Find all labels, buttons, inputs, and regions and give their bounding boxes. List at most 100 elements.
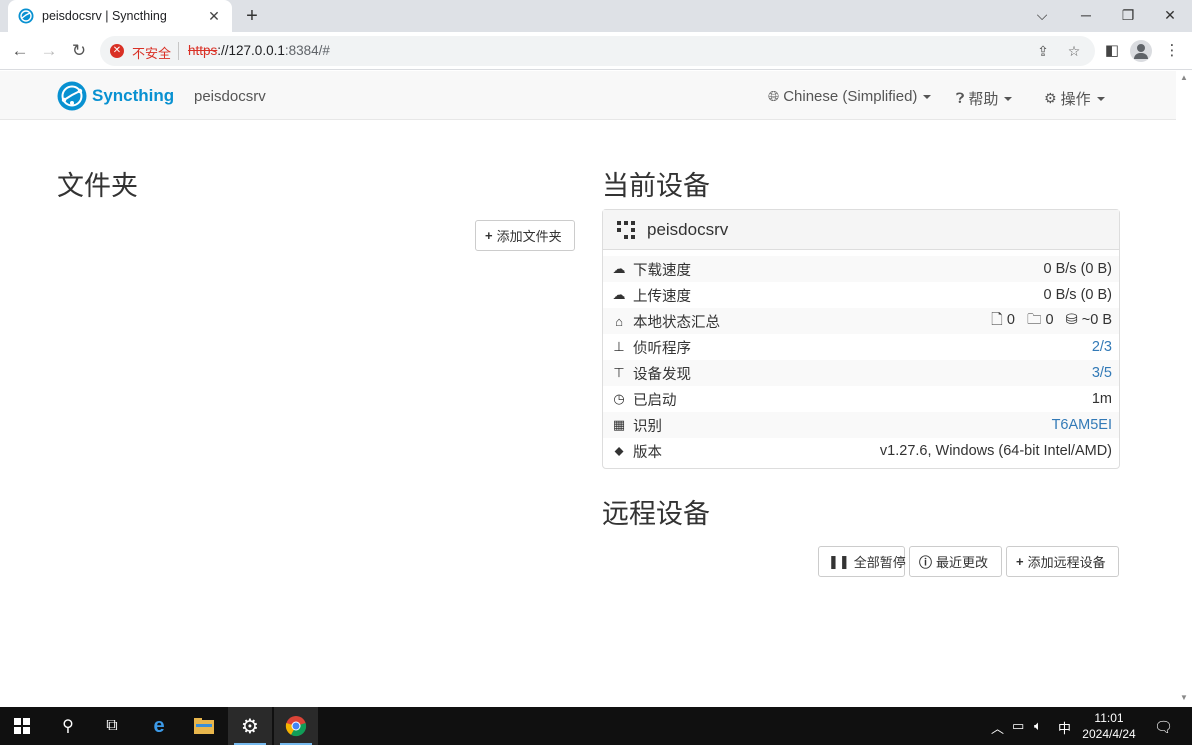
forward-button[interactable]: → (38, 40, 60, 62)
device-id-link[interactable]: T6AM5EI (1052, 417, 1112, 433)
listeners-link[interactable]: 2/3 (1092, 339, 1112, 355)
row-value: 0 B/s (0 B) (1043, 261, 1113, 277)
recent-changes-label: 最近更改 (936, 555, 989, 570)
chrome-icon[interactable] (274, 707, 318, 745)
ime-indicator[interactable]: 中 (1058, 718, 1071, 737)
tab-search-icon[interactable]: ⌵ (1020, 0, 1064, 30)
share-icon[interactable]: ⇪ (1034, 42, 1052, 60)
row-value: 1m (1091, 391, 1112, 407)
this-device-title: 当前设备 (602, 171, 710, 201)
not-secure-icon[interactable]: ✕ (110, 44, 124, 58)
security-label[interactable]: 不安全 (132, 43, 171, 62)
files-count: 0 (1006, 311, 1015, 328)
syncthing-brand[interactable]: Syncthing (57, 81, 174, 111)
gear-icon: ⚙ (1044, 90, 1057, 106)
network-icon[interactable]: ▭ (1012, 718, 1024, 734)
hdd-icon: ⛁︎ (1065, 311, 1078, 328)
actions-dropdown[interactable]: ⚙ 操作 (1044, 88, 1105, 109)
home-icon: ⌂ (615, 313, 623, 329)
row-label: 版本 (633, 444, 662, 461)
url-scheme: https (188, 43, 218, 58)
add-remote-device-button[interactable]: + 添加远程设备 (1006, 546, 1119, 577)
taskbar-clock[interactable]: 11:01 2024/4/24 (1078, 710, 1140, 742)
notification-icon[interactable]: 🗨︎ (1154, 718, 1173, 736)
page-viewport: Syncthing peisdocsrv 🌐︎ Chinese (Simplif… (0, 71, 1176, 707)
navbar-device-name: peisdocsrv (194, 88, 266, 105)
tray-expand-icon[interactable]: ︿ (991, 718, 1004, 737)
add-folder-button[interactable]: + 添加文件夹 (475, 220, 575, 251)
back-button[interactable]: ← (9, 40, 31, 62)
recent-changes-button[interactable]: ⓘ 最近更改 (909, 546, 1002, 577)
remote-devices-title: 远程设备 (602, 499, 710, 529)
pause-all-button[interactable]: ❚❚ 全部暂停 (818, 546, 906, 577)
row-label: 下载速度 (633, 262, 691, 279)
url-text[interactable]: https://127.0.0.1:8384/# (188, 43, 330, 58)
row-label: 侦听程序 (633, 340, 691, 357)
row-version: ⬥ 版本 v1.27.6, Windows (64-bit Intel/AMD) (603, 438, 1119, 464)
row-value: 0 B/s (0 B) (1043, 287, 1113, 303)
tab-strip: peisdocsrv | Syncthing ✕ + ⌵ ─ ❐ ✕ (0, 0, 1192, 32)
brand-name: Syncthing (92, 86, 175, 105)
info-circle-icon: ⓘ (919, 555, 933, 570)
syncthing-logo-icon (57, 81, 87, 111)
row-label: 上传速度 (633, 288, 691, 305)
new-tab-button[interactable]: + (242, 5, 262, 27)
top-navbar: Syncthing peisdocsrv 🌐︎ Chinese (Simplif… (0, 71, 1176, 120)
row-label: 已启动 (633, 392, 677, 409)
address-bar[interactable]: ✕ 不安全 https://127.0.0.1:8384/# ⇪ ☆ (100, 36, 1095, 66)
reload-button[interactable]: ↻ (68, 40, 90, 62)
local-state-summary: 🗋︎ 0 🗀︎ 0 ⛁︎ ~0 B (991, 309, 1112, 334)
minimize-button[interactable]: ─ (1064, 0, 1108, 30)
url-host: ://127.0.0.1 (217, 43, 285, 58)
caret-down-icon (1004, 96, 1013, 101)
url-port-path: :8384/# (284, 43, 330, 58)
side-panel-icon[interactable]: ◧ (1102, 41, 1122, 61)
row-value: v1.27.6, Windows (64-bit Intel/AMD) (879, 443, 1112, 459)
tab-title: peisdocsrv | Syncthing (42, 9, 167, 23)
caret-down-icon (1096, 96, 1105, 101)
row-label: 本地状态汇总 (633, 314, 720, 331)
scroll-down-icon[interactable]: ▼ (1180, 693, 1188, 702)
syncthing-tray-app-icon[interactable]: ⚙ (228, 707, 272, 745)
discovery-link[interactable]: 3/5 (1092, 365, 1112, 381)
file-icon: 🗋︎ (991, 311, 1003, 328)
close-window-button[interactable]: ✕ (1148, 0, 1192, 30)
folders-title: 文件夹 (57, 171, 138, 201)
search-icon[interactable]: ⚲ (46, 707, 90, 745)
browser-toolbar: ← → ↻ ✕ 不安全 https://127.0.0.1:8384/# ⇪ ☆… (0, 32, 1192, 70)
cloud-download-icon: ☁ (612, 261, 626, 276)
task-view-icon[interactable]: ⧉ (90, 707, 134, 745)
caret-down-icon (923, 94, 932, 99)
actions-label: 操作 (1060, 91, 1091, 108)
this-device-name: peisdocsrv (647, 219, 729, 239)
bookmark-star-icon[interactable]: ☆ (1065, 42, 1083, 60)
browser-tab[interactable]: peisdocsrv | Syncthing ✕ (8, 0, 232, 32)
row-identification: ▦ 识别 T6AM5EI (603, 412, 1119, 438)
pause-all-label: 全部暂停 (853, 555, 906, 570)
volume-muted-icon[interactable]: 🔈︎ (1034, 718, 1042, 734)
dirs-count: 0 (1045, 311, 1054, 328)
clock-time: 11:01 (1094, 711, 1124, 725)
start-button[interactable] (0, 707, 44, 745)
scroll-up-icon[interactable]: ▲ (1180, 73, 1188, 82)
this-device-panel: peisdocsrv ☁ 下载速度 0 B/s (0 B) ☁ 上传速度 0 B… (602, 209, 1120, 469)
language-dropdown[interactable]: 🌐︎ Chinese (Simplified) (768, 88, 932, 105)
pause-icon: ❚❚ (828, 553, 850, 569)
this-device-header[interactable]: peisdocsrv (603, 210, 1119, 250)
internet-explorer-icon[interactable]: e (137, 707, 181, 745)
row-label: 识别 (633, 418, 662, 435)
page-scrollbar[interactable]: ▲ ▼ (1176, 71, 1192, 707)
syncthing-favicon-icon (18, 8, 34, 24)
add-folder-label: 添加文件夹 (496, 229, 562, 244)
help-dropdown[interactable]: ❓︎ 帮助 (956, 88, 1013, 109)
file-explorer-icon[interactable] (182, 707, 226, 745)
profile-avatar-icon[interactable] (1130, 40, 1152, 62)
windows-logo-icon (14, 718, 30, 734)
browser-menu-icon[interactable]: ⋮ (1162, 41, 1182, 61)
sitemap-icon: ⊥ (613, 339, 625, 354)
restore-button[interactable]: ❐ (1106, 0, 1150, 30)
clock-date: 2024/4/24 (1082, 727, 1136, 741)
row-local-state: ⌂ 本地状态汇总 🗋︎ 0 🗀︎ 0 ⛁︎ ~0 B (603, 308, 1119, 334)
tab-close-icon[interactable]: ✕ (206, 8, 222, 25)
omnibox-divider (178, 42, 179, 60)
